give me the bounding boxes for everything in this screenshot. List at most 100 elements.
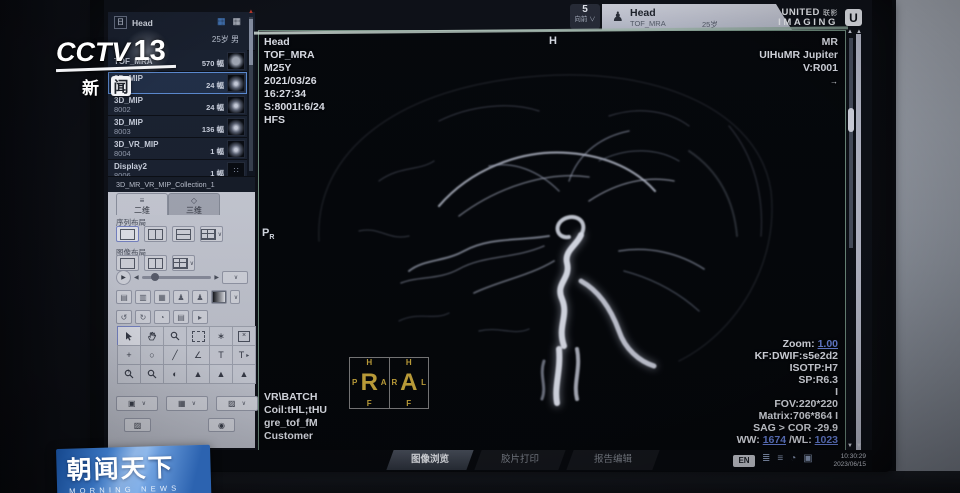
layout-preset-dropdown[interactable]: ▦∨ <box>166 396 208 411</box>
roi-select-tool[interactable] <box>186 326 210 346</box>
language-button[interactable]: EN <box>733 455 755 467</box>
scrollbar-thumb[interactable] <box>848 108 854 132</box>
histogram-button[interactable]: ▥ <box>135 290 151 304</box>
series-row[interactable]: 3D_MIP 8002 24 幅 <box>108 94 247 116</box>
broadcast-frame: 日 Head ▦ ▦ 25岁 男 TOF_MRA 570 幅 3D_MIP 80… <box>0 0 960 493</box>
grid-icon: ▦ <box>178 399 186 408</box>
delete-tool[interactable]: × <box>232 326 256 346</box>
slider-thumb[interactable] <box>151 273 159 281</box>
patient-name: Head <box>630 7 656 19</box>
lut-gradient-button[interactable] <box>211 290 227 304</box>
series-name: 3D_MIP <box>114 74 143 83</box>
cine-mode-dropdown[interactable]: ∨ <box>222 271 248 284</box>
tab-image-browse[interactable]: 图像浏览 <box>390 450 470 470</box>
viewport-scrollbar-inner[interactable] <box>849 38 853 248</box>
patient-age-sex: 25岁 男 <box>212 34 239 45</box>
worklist-queue-tab[interactable]: 5 向前 ∨ <box>570 4 600 29</box>
series-thumbnail <box>227 118 245 136</box>
zoom-tool[interactable] <box>163 326 187 346</box>
visibility-button[interactable]: ◉ <box>208 418 235 432</box>
lut-dropdown[interactable]: ∨ <box>230 290 240 304</box>
layout-2x1-button[interactable] <box>172 226 195 242</box>
body-front-button[interactable]: ♟ <box>173 290 189 304</box>
scroll-up-icon[interactable]: ▲ <box>856 29 862 35</box>
tray-queue-icon[interactable]: ≡ <box>777 453 783 464</box>
redo-button[interactable]: ↻ <box>135 310 151 324</box>
body-back-button[interactable]: ♟ <box>192 290 208 304</box>
tab-2d[interactable]: ≡ 二维 <box>116 193 168 215</box>
system-tray: ≣ ≡ ◔ ▣ <box>762 453 813 464</box>
series-count: 24 幅 <box>206 102 227 113</box>
angle-tool[interactable]: ∠ <box>186 345 210 365</box>
calendar-icon: 日 <box>114 16 127 29</box>
cine-slider[interactable] <box>142 276 212 279</box>
step-back-icon[interactable]: ◀ <box>134 274 139 281</box>
zoom-value[interactable]: 1.00 <box>818 338 838 350</box>
snapshot-button[interactable]: ▨ <box>124 418 151 432</box>
series-id: 8002 <box>114 105 143 114</box>
magnify-plus-tool[interactable]: + <box>117 364 141 384</box>
img-layout-grid-dropdown[interactable]: ∨ <box>172 255 195 271</box>
overlay-bottom-left: VR\BATCHCoil:tHL;tHU gre_tof_fMCustomer <box>264 391 327 443</box>
series-row[interactable]: TOF_MRA 570 幅 <box>108 50 247 72</box>
rotate-left-tool[interactable]: ▲ <box>209 364 233 384</box>
tray-playlist-icon[interactable]: ≣ <box>762 453 770 464</box>
text-tool[interactable]: T <box>209 345 233 365</box>
save-preset-dropdown[interactable]: ▣∨ <box>116 396 158 411</box>
series-row[interactable]: 3D_VR_MIP 8004 1 幅 <box>108 138 247 160</box>
pointer-tool[interactable] <box>117 326 141 346</box>
series-row[interactable]: 3D_MIP 8003 136 幅 <box>108 116 247 138</box>
line-measure-tool[interactable]: ╱ <box>163 345 187 365</box>
text-icon: T <box>239 350 245 360</box>
crosshair-tool[interactable]: + <box>117 345 141 365</box>
window-level-value[interactable]: 1023 <box>815 434 838 446</box>
route-button[interactable]: ▸ <box>192 310 208 324</box>
delete-icon: × <box>238 331 250 342</box>
tray-toolbox-icon[interactable]: ▣ <box>803 453 812 464</box>
sidebar-scrollbar[interactable] <box>249 17 253 171</box>
scroll-down-icon[interactable]: ▼ <box>847 443 853 449</box>
invert-contrast-tool[interactable]: ◐ <box>163 364 187 384</box>
layout-1x2-button[interactable] <box>144 226 167 242</box>
image-viewport[interactable]: HeadTOF_MRA M25Y2021/03/26 16:27:34S:800… <box>258 30 846 452</box>
play-button[interactable]: ▶ <box>116 270 131 285</box>
monitor-power-led <box>482 485 498 493</box>
arrow-icon: ▸ <box>246 352 249 359</box>
tray-power-icon[interactable]: ◔ <box>790 453 796 464</box>
compare-button[interactable]: ▦ <box>154 290 170 304</box>
window-width-value[interactable]: 1674 <box>763 434 786 446</box>
scroll-up-icon[interactable]: ▲ <box>248 9 254 15</box>
thumb-view-icon[interactable]: ▦ <box>232 16 241 27</box>
tab-film-print[interactable]: 胶片打印 <box>478 450 562 470</box>
chevron-down-icon: ∨ <box>218 231 222 238</box>
step-forward-icon[interactable]: ▶ <box>214 274 219 281</box>
scroll-down-icon[interactable]: ▼ <box>856 443 862 449</box>
notes-button[interactable]: ▤ <box>173 310 189 324</box>
chevron-down-icon: ∨ <box>190 260 194 267</box>
export-dropdown[interactable]: ▨∨ <box>216 396 258 411</box>
pan-tool[interactable] <box>140 326 164 346</box>
series-row-selected[interactable]: 3D_MIP 8001 24 幅 <box>108 72 247 94</box>
rotate-right-tool[interactable]: ▲ <box>232 364 256 384</box>
tab-3d[interactable]: ◇ 三维 <box>168 193 220 215</box>
grid-view-icon[interactable]: ▦ <box>217 16 226 27</box>
layout-1x1-button[interactable] <box>116 226 139 242</box>
img-layout-1x1-button[interactable] <box>116 255 139 271</box>
seed-tool[interactable]: ∗ <box>209 326 233 346</box>
timer-button[interactable]: ◔ <box>154 310 170 324</box>
cine-film-button[interactable]: ▤ <box>116 290 132 304</box>
text-arrow-tool[interactable]: T▸ <box>232 345 256 365</box>
series-name: Display2 <box>114 162 147 171</box>
magnify-tool[interactable] <box>140 364 164 384</box>
flip-horizontal-tool[interactable]: ▲ <box>186 364 210 384</box>
img-layout-1x2-button[interactable] <box>144 255 167 271</box>
display-toolbar: ▤ ▥ ▦ ♟ ♟ ∨ <box>116 290 240 304</box>
scroll-up-icon[interactable]: ▲ <box>847 29 853 35</box>
tab-report-edit[interactable]: 报告编辑 <box>570 450 656 470</box>
collection-row[interactable]: 3D_MR_VR_MIP_Collection_1 <box>108 176 255 192</box>
undo-button[interactable]: ↺ <box>116 310 132 324</box>
viewport-scrollbar-outer[interactable] <box>856 34 861 450</box>
layout-grid-dropdown[interactable]: ∨ <box>200 226 223 242</box>
system-clock: 10:30:29 2023/06/15 <box>820 453 866 468</box>
ellipse-tool[interactable]: ○ <box>140 345 164 365</box>
